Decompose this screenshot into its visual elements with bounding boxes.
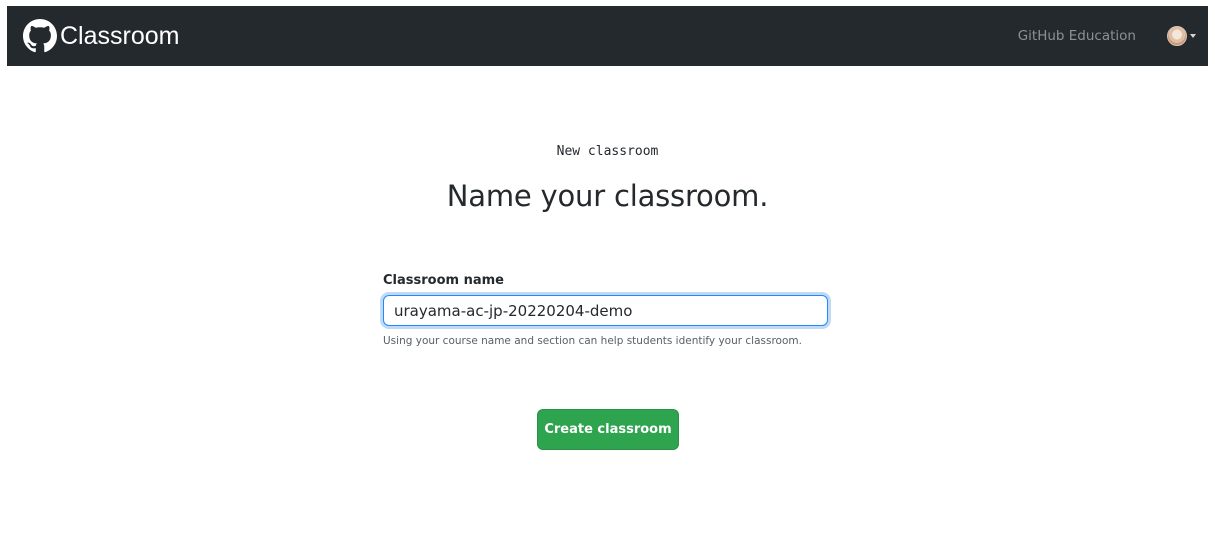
classroom-name-help: Using your course name and section can h… xyxy=(383,335,802,347)
classroom-name-input[interactable] xyxy=(383,295,828,326)
github-octocat-icon xyxy=(23,19,57,53)
classroom-name-form: Classroom name Using your course name an… xyxy=(383,273,828,347)
create-classroom-button[interactable]: Create classroom xyxy=(537,409,679,450)
user-avatar xyxy=(1167,26,1187,46)
page-title: Name your classroom. xyxy=(446,179,769,213)
user-menu-toggle[interactable] xyxy=(1167,26,1196,46)
github-education-link[interactable]: GitHub Education xyxy=(1018,28,1136,44)
brand-title: Classroom xyxy=(60,21,180,50)
classroom-name-label: Classroom name xyxy=(383,273,504,288)
chevron-down-icon xyxy=(1190,34,1196,38)
brand-home-link[interactable]: Classroom xyxy=(23,19,179,53)
top-navbar: Classroom GitHub Education xyxy=(7,6,1208,66)
header-right-nav: GitHub Education xyxy=(1018,26,1196,46)
page-eyebrow: New classroom xyxy=(556,144,659,159)
